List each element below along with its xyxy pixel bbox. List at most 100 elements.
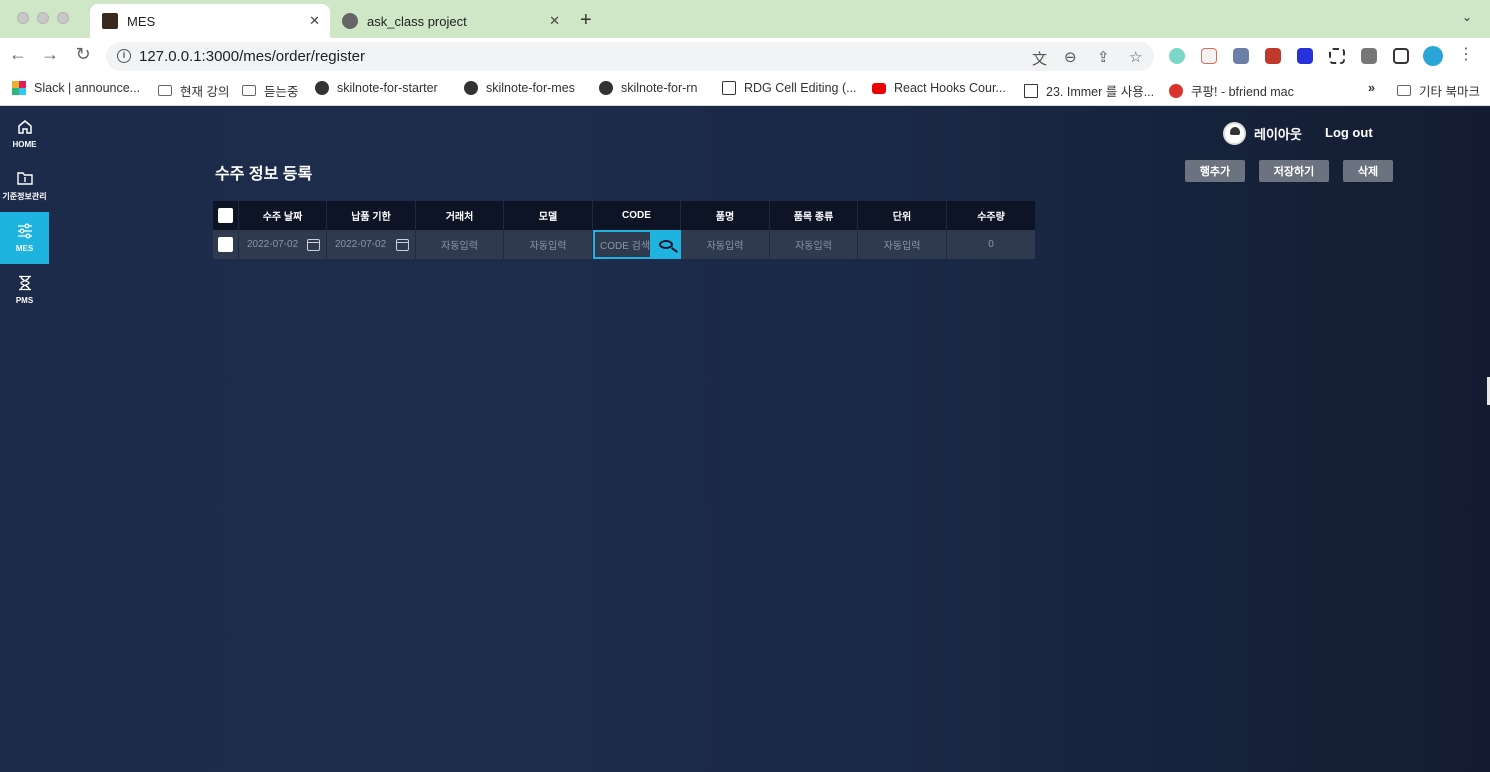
browser-toolbar: ← → ↻ i 127.0.0.1:3000/mes/order/registe… (0, 38, 1490, 74)
column-header[interactable]: 수주량 (947, 201, 1035, 230)
globe-icon (599, 81, 613, 95)
new-tab-button[interactable]: + (580, 9, 592, 32)
column-header[interactable]: 품명 (681, 201, 770, 230)
column-header[interactable]: 모델 (504, 201, 593, 230)
minimize-window-button[interactable] (37, 12, 49, 24)
calendar-extension-icon[interactable] (1201, 48, 1217, 64)
other-bookmarks-folder[interactable]: 기타 북마크 (1397, 81, 1480, 100)
sidebar-item-label: MES (15, 244, 34, 253)
code-search-input[interactable]: CODE 검색 (593, 230, 652, 259)
address-bar[interactable]: i 127.0.0.1:3000/mes/order/register 文 ⊖ … (106, 42, 1154, 71)
translate-icon[interactable]: 文 (1032, 48, 1047, 69)
tab-close-icon[interactable]: ✕ (549, 13, 560, 29)
avatar (1223, 122, 1246, 145)
zoom-extension-icon[interactable] (1297, 48, 1313, 64)
row-checkbox[interactable] (218, 237, 233, 252)
bookmark-label: 듣는중 (264, 85, 299, 99)
model-cell[interactable]: 자동입력 (504, 230, 593, 259)
sidebar-item-home[interactable]: HOME (0, 108, 49, 160)
hourglass-icon (18, 275, 31, 291)
address-url[interactable]: 127.0.0.1:3000/mes/order/register (139, 48, 365, 65)
globe-icon (464, 81, 478, 95)
calendar-icon[interactable] (396, 239, 409, 251)
select-all-checkbox[interactable] (218, 208, 233, 223)
customer-cell[interactable]: 자동입력 (416, 230, 504, 259)
select-all-cell (213, 201, 239, 230)
bookmark-label: skilnote-for-starter (337, 81, 438, 95)
browser-menu-icon[interactable]: ⋮ (1454, 44, 1478, 64)
table-row: 2022-07-02 2022-07-02 자동입력 자동입력 CODE 검색 … (213, 230, 1035, 259)
bookmark-folder[interactable]: 듣는중 (242, 81, 299, 100)
order-date-cell[interactable]: 2022-07-02 (239, 230, 327, 259)
bookmark-star-icon[interactable]: ☆ (1129, 48, 1142, 66)
quantity-cell[interactable]: 0 (947, 230, 1035, 259)
zoom-window-button[interactable] (57, 12, 69, 24)
column-header[interactable]: CODE (593, 201, 681, 230)
column-header[interactable]: 품목 종류 (770, 201, 858, 230)
page-icon (722, 81, 736, 95)
bookmark-item[interactable]: React Hooks Cour... (872, 81, 1006, 95)
column-header[interactable]: 수주 날짜 (239, 201, 327, 230)
side-panel-icon[interactable] (1393, 48, 1409, 64)
bookmark-label: React Hooks Cour... (894, 81, 1006, 95)
code-search-button[interactable] (651, 230, 681, 259)
bookmark-folder[interactable]: 현재 강의 (158, 81, 229, 100)
reload-icon[interactable]: ↻ (71, 44, 95, 65)
close-window-button[interactable] (17, 12, 29, 24)
bookmark-item[interactable]: skilnote-for-starter (315, 81, 438, 95)
bookmark-item[interactable]: 쿠팡! - bfriend mac (1169, 81, 1294, 100)
bookmarks-overflow-button[interactable]: » (1368, 81, 1375, 95)
tab-close-icon[interactable]: ✕ (309, 13, 320, 29)
add-row-button[interactable]: 행추가 (1185, 160, 1245, 182)
tab-mes[interactable]: MES ✕ (90, 4, 330, 38)
eyedropper-extension-icon[interactable] (1233, 48, 1249, 64)
tab-title: MES (127, 13, 156, 29)
tab-search-chevron-icon[interactable]: ⌄ (1462, 10, 1472, 24)
share-icon[interactable]: ⇪ (1097, 48, 1110, 66)
capture-extension-icon[interactable] (1329, 48, 1345, 64)
code-cell[interactable]: CODE 검색 (593, 230, 681, 259)
calendar-icon[interactable] (307, 239, 320, 251)
bookmarks-bar: Slack | announce... 현재 강의 듣는중 skilnote-f… (0, 74, 1490, 106)
folder-icon (1397, 85, 1411, 96)
puzzle-extensions-icon[interactable] (1361, 48, 1377, 64)
item-name-cell[interactable]: 자동입력 (681, 230, 770, 259)
column-header[interactable]: 납품 기한 (327, 201, 416, 230)
red-extension-icon[interactable] (1265, 48, 1281, 64)
bookmark-item[interactable]: skilnote-for-rn (599, 81, 697, 95)
bookmark-label: 23. Immer 를 사용... (1046, 85, 1155, 99)
sidebar-item-master-data[interactable]: 기준정보관리 (0, 160, 49, 212)
bookmark-item[interactable]: RDG Cell Editing (... (722, 81, 857, 95)
profile-avatar[interactable] (1423, 46, 1443, 66)
bookmark-item[interactable]: 23. Immer 를 사용... (1024, 81, 1154, 100)
column-header[interactable]: 거래처 (416, 201, 504, 230)
sidebar-item-pms[interactable]: PMS (0, 264, 49, 316)
sidebar-item-mes[interactable]: MES (0, 212, 49, 264)
bookmark-item[interactable]: Slack | announce... (12, 81, 140, 95)
column-header[interactable]: 단위 (858, 201, 947, 230)
bookmark-item[interactable]: skilnote-for-mes (464, 81, 575, 95)
browser-tab-bar: MES ✕ ask_class project ✕ + ⌄ (0, 0, 1490, 38)
site-info-icon[interactable]: i (117, 49, 131, 63)
back-arrow-icon[interactable]: ← (6, 44, 30, 65)
forward-arrow-icon[interactable]: → (38, 44, 62, 65)
logout-button[interactable]: Log out (1325, 125, 1373, 140)
youtube-icon (872, 82, 886, 94)
sidebar-item-label: HOME (12, 140, 37, 149)
slack-icon (12, 81, 26, 95)
extension-icon[interactable] (1169, 48, 1185, 64)
page-title: 수주 정보 등록 (215, 166, 313, 183)
user-profile[interactable]: 레이아웃 (1223, 122, 1302, 145)
save-button[interactable]: 저장하기 (1259, 160, 1329, 182)
bookmark-label: skilnote-for-rn (621, 81, 698, 95)
order-date-value: 2022-07-02 (247, 239, 299, 250)
item-type-cell[interactable]: 자동입력 (770, 230, 858, 259)
globe-icon (315, 81, 329, 95)
delete-button[interactable]: 삭제 (1343, 160, 1393, 182)
home-icon (17, 120, 32, 134)
sliders-icon (17, 223, 32, 239)
tab-ask-class[interactable]: ask_class project ✕ (330, 4, 570, 38)
due-date-cell[interactable]: 2022-07-02 (327, 230, 416, 259)
unit-cell[interactable]: 자동입력 (858, 230, 947, 259)
zoom-icon[interactable]: ⊖ (1064, 48, 1077, 66)
